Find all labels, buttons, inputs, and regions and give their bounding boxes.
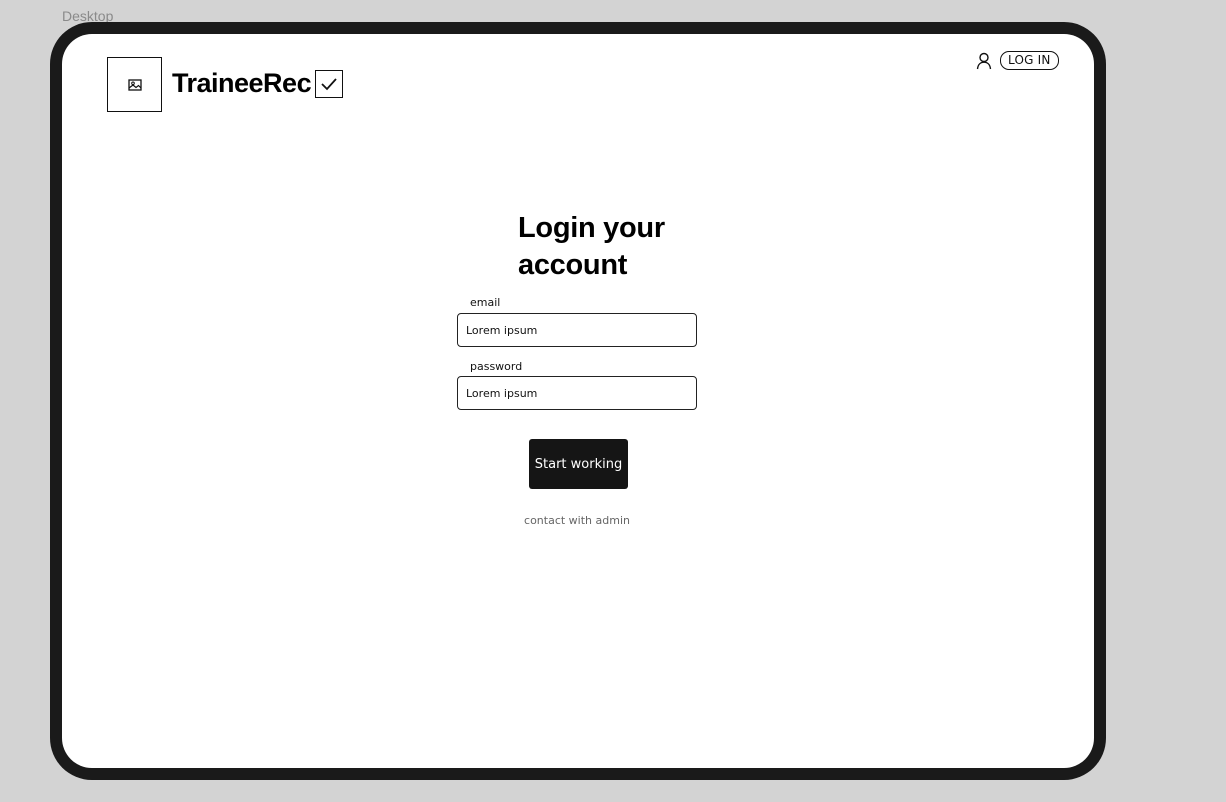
start-working-button[interactable]: Start working bbox=[529, 439, 628, 489]
app-screen: TraineeRec LOG IN Login your account ema… bbox=[62, 34, 1094, 768]
page-title: Login your account bbox=[518, 210, 718, 284]
account-area: LOG IN bbox=[976, 51, 1059, 70]
login-button[interactable]: LOG IN bbox=[1000, 51, 1059, 70]
image-placeholder-icon bbox=[127, 78, 142, 91]
contact-admin-link[interactable]: contact with admin bbox=[522, 514, 632, 527]
checkbox-checked-icon bbox=[315, 69, 344, 98]
email-field[interactable] bbox=[457, 313, 697, 347]
device-frame: TraineeRec LOG IN Login your account ema… bbox=[50, 22, 1106, 780]
brand: TraineeRec bbox=[172, 68, 344, 99]
page-title-line-2: account bbox=[518, 249, 628, 281]
email-label: email bbox=[470, 296, 501, 309]
password-field[interactable] bbox=[457, 376, 697, 410]
password-label: password bbox=[470, 360, 523, 373]
user-icon[interactable] bbox=[976, 52, 992, 70]
brand-name: TraineeRec bbox=[172, 68, 312, 98]
logo-placeholder[interactable] bbox=[107, 57, 162, 112]
page-title-line-1: Login your bbox=[518, 212, 665, 244]
